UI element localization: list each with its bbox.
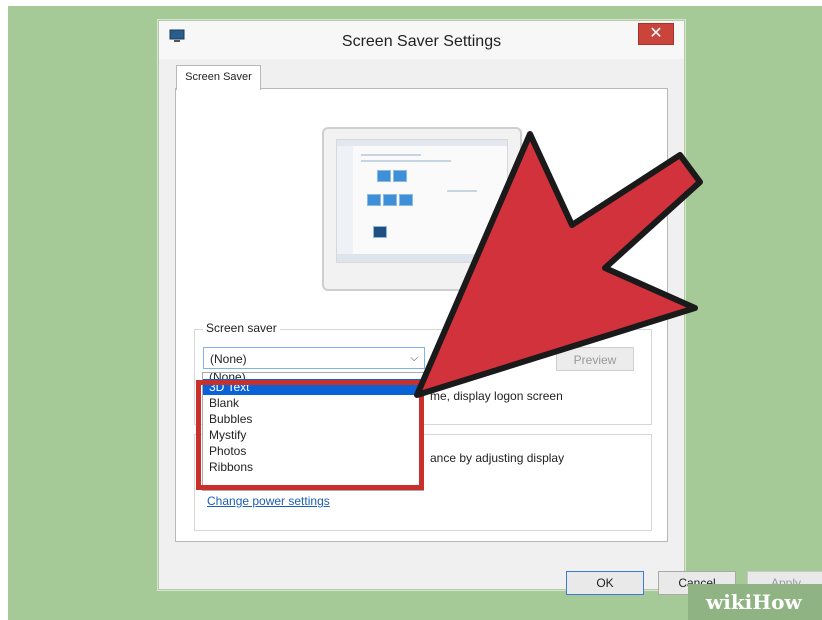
red-arrow-annotation: [414, 131, 703, 398]
wikihow-logo: wikiHow: [706, 590, 802, 614]
